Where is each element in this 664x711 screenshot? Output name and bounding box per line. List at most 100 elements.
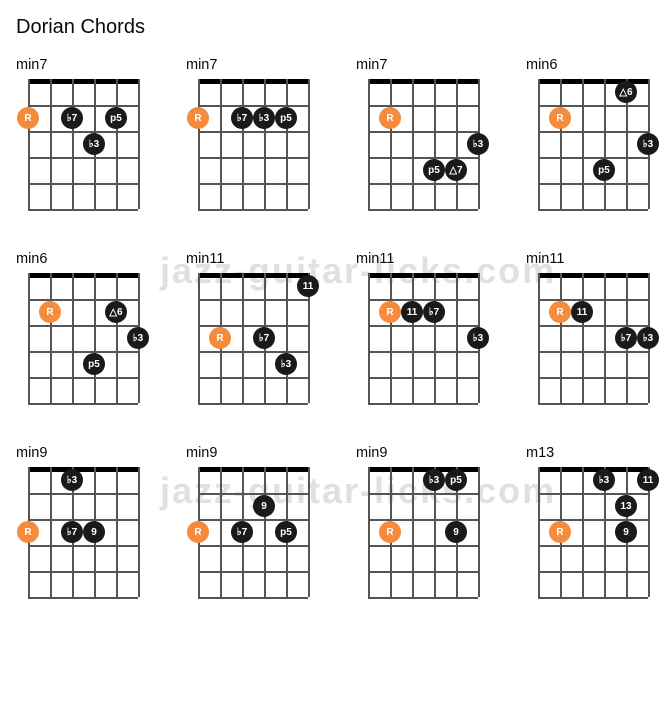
string-line xyxy=(72,79,74,209)
fret-line xyxy=(368,209,478,211)
string-line xyxy=(220,467,222,597)
string-line xyxy=(560,79,562,209)
string-line xyxy=(412,273,414,403)
fretboard: R♭7p5♭3 xyxy=(16,79,150,215)
interval-dot: ♭7 xyxy=(423,301,445,323)
root-dot: R xyxy=(549,107,571,129)
string-line xyxy=(368,273,370,403)
interval-dot: 9 xyxy=(83,521,105,543)
interval-dot: 11 xyxy=(637,469,659,491)
nut xyxy=(28,467,138,472)
fret-line xyxy=(538,209,648,211)
interval-dot: 11 xyxy=(297,275,319,297)
string-line xyxy=(434,79,436,209)
fret-line xyxy=(538,545,648,547)
fretboard: ♭3R♭79 xyxy=(16,467,150,603)
chord-diagram: min11R11♭7♭3 xyxy=(526,251,660,409)
string-line xyxy=(582,467,584,597)
nut xyxy=(368,79,478,84)
string-line xyxy=(368,79,370,209)
string-line xyxy=(198,79,200,209)
fret-line xyxy=(538,377,648,379)
interval-dot: p5 xyxy=(275,521,297,543)
string-line xyxy=(308,79,310,209)
string-line xyxy=(582,273,584,403)
fret-line xyxy=(28,545,138,547)
interval-dot: ♭3 xyxy=(467,327,489,349)
chord-diagram: min9♭3p5R9 xyxy=(356,445,490,603)
string-line xyxy=(308,467,310,597)
fret-line xyxy=(28,325,138,327)
root-dot: R xyxy=(187,107,209,129)
fret-line xyxy=(368,157,478,159)
nut xyxy=(198,273,308,278)
fret-line xyxy=(538,131,648,133)
root-dot: R xyxy=(39,301,61,323)
fret-line xyxy=(538,519,648,521)
interval-dot: p5 xyxy=(105,107,127,129)
interval-dot: p5 xyxy=(83,353,105,375)
fret-line xyxy=(368,597,478,599)
fret-line xyxy=(198,157,308,159)
string-line xyxy=(478,467,480,597)
string-line xyxy=(456,273,458,403)
fret-line xyxy=(538,597,648,599)
fret-line xyxy=(368,571,478,573)
fret-line xyxy=(538,157,648,159)
fret-line xyxy=(368,519,478,521)
fretboard: R♭3p5△7 xyxy=(356,79,490,215)
string-line xyxy=(198,273,200,403)
string-line xyxy=(116,273,118,403)
nut xyxy=(28,79,138,84)
fret-line xyxy=(198,299,308,301)
fretboard: 9R♭7p5 xyxy=(186,467,320,603)
fret-line xyxy=(538,403,648,405)
interval-dot: ♭7 xyxy=(253,327,275,349)
chord-diagram: min11R11♭7♭3 xyxy=(356,251,490,409)
fret-line xyxy=(198,597,308,599)
interval-dot: 9 xyxy=(253,495,275,517)
chord-label: min7 xyxy=(356,57,490,73)
fret-line xyxy=(28,105,138,107)
fret-line xyxy=(368,493,478,495)
chord-diagram: min6△6R♭3p5 xyxy=(526,57,660,215)
chord-label: min6 xyxy=(526,57,660,73)
root-dot: R xyxy=(549,521,571,543)
interval-dot: ♭7 xyxy=(61,521,83,543)
fret-line xyxy=(368,351,478,353)
fret-line xyxy=(198,571,308,573)
chord-label: min7 xyxy=(16,57,150,73)
fret-line xyxy=(198,131,308,133)
root-dot: R xyxy=(379,521,401,543)
root-dot: R xyxy=(17,107,39,129)
string-line xyxy=(138,79,140,209)
chord-label: min11 xyxy=(186,251,320,267)
interval-dot: p5 xyxy=(275,107,297,129)
chord-diagram: min7 R♭7p5♭3 xyxy=(16,57,150,215)
interval-dot: p5 xyxy=(445,469,467,491)
fret-line xyxy=(368,105,478,107)
string-line xyxy=(412,467,414,597)
interval-dot: p5 xyxy=(593,159,615,181)
string-line xyxy=(28,79,30,209)
interval-dot: ♭7 xyxy=(231,521,253,543)
string-line xyxy=(264,79,266,209)
fretboard: △6R♭3p5 xyxy=(526,79,660,215)
fret-line xyxy=(198,183,308,185)
interval-dot: ♭3 xyxy=(637,133,659,155)
fret-line xyxy=(198,403,308,405)
chord-diagram: min7R♭7♭3p5 xyxy=(186,57,320,215)
fretboard: R♭7♭3p5 xyxy=(186,79,320,215)
fret-line xyxy=(198,545,308,547)
string-line xyxy=(50,467,52,597)
string-line xyxy=(94,273,96,403)
fret-line xyxy=(28,493,138,495)
fretboard: 11R♭7♭3 xyxy=(186,273,320,409)
fret-line xyxy=(28,571,138,573)
string-line xyxy=(582,79,584,209)
nut xyxy=(198,467,308,472)
string-line xyxy=(604,273,606,403)
chord-label: min11 xyxy=(356,251,490,267)
chord-label: min6 xyxy=(16,251,150,267)
interval-dot: ♭3 xyxy=(83,133,105,155)
